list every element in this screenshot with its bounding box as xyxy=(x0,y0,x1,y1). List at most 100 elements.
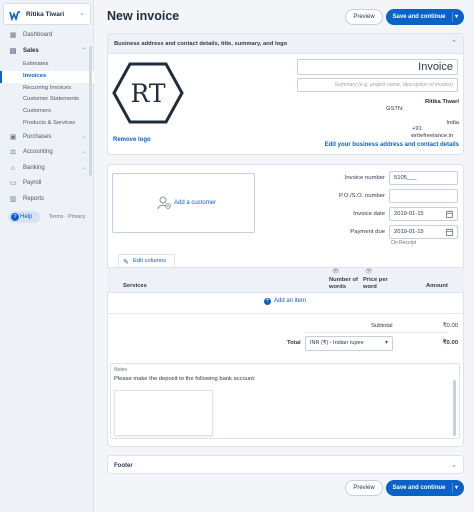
invoice-title-input[interactable]: Invoice xyxy=(297,59,458,75)
divider xyxy=(107,313,464,314)
chevron-down-icon: ⌄ xyxy=(451,462,457,469)
business-logo[interactable]: RT xyxy=(112,62,184,124)
sidebar-item-label: Sales xyxy=(23,47,39,54)
col-amount: Amount xyxy=(426,283,448,289)
sidebar-item-reports[interactable]: ▥ Reports xyxy=(0,192,94,208)
edit-business-details-link[interactable]: Edit your business address and contact d… xyxy=(325,142,459,148)
items-table-header: Services 👁 Number of words 👁 Price per w… xyxy=(107,267,464,293)
sidebar-subitem-recurring-invoices[interactable]: Recurring Invoices xyxy=(0,83,94,95)
chevron-down-icon: ⌄ xyxy=(80,149,86,156)
section-title: Business address and contact details, ti… xyxy=(114,41,288,47)
caret-down-icon[interactable]: ▾ xyxy=(455,9,458,25)
eye-icon[interactable]: 👁 xyxy=(365,268,373,275)
chevron-down-icon: ⌄ xyxy=(80,164,86,171)
calendar-icon[interactable] xyxy=(446,210,453,218)
preview-button[interactable]: Preview xyxy=(345,9,383,25)
preview-button-bottom[interactable]: Preview xyxy=(345,480,383,496)
save-and-continue-button-bottom[interactable]: Save and continue ▾ xyxy=(386,480,464,496)
purchases-icon: ▣ xyxy=(9,133,17,141)
sidebar-nav: ▦ Dashboard ▤ Sales ⌃ Estimates Invoices… xyxy=(0,28,94,207)
sidebar-item-accounting[interactable]: ⚖ Accounting ⌄ xyxy=(0,145,94,161)
business-switcher[interactable]: Ritika Tiwari ⌄ xyxy=(3,3,91,25)
save-button-label: Save and continue xyxy=(392,14,446,20)
invoice-date-label: Invoice date xyxy=(353,211,385,217)
sidebar-item-label: Dashboard xyxy=(23,32,53,38)
add-customer-box[interactable]: Add a customer xyxy=(112,173,255,233)
add-item-button[interactable]: + Add an item xyxy=(264,298,306,305)
currency-value: INR (₹) - Indian rupee xyxy=(310,340,364,346)
logo-text: RT xyxy=(130,79,165,108)
edit-columns-tab[interactable]: ✎ Edit columns xyxy=(118,254,175,268)
invoice-date-input[interactable]: 2019-01-15 xyxy=(389,207,458,221)
accounting-icon: ⚖ xyxy=(9,149,17,157)
payment-due-input[interactable]: 2019-01-15 xyxy=(389,225,458,239)
add-user-icon xyxy=(157,196,171,210)
sidebar-scrollbar[interactable] xyxy=(89,46,92,176)
business-section-header[interactable]: Business address and contact details, ti… xyxy=(108,34,463,54)
notes-inner-area[interactable] xyxy=(114,390,213,436)
po-number-label: P.O./S.O. number xyxy=(338,193,385,199)
subtotal-value: ₹0.00 xyxy=(442,323,458,329)
caret-down-icon[interactable]: ▾ xyxy=(455,480,458,496)
sidebar-subitem-customers[interactable]: Customers xyxy=(0,106,94,118)
col-number-of-words: Number of words xyxy=(329,277,358,290)
po-number-input[interactable] xyxy=(389,189,458,203)
sidebar-subitem-customer-statements[interactable]: Customer Statements xyxy=(0,94,94,106)
notes-box[interactable]: Notes Please make the deposit to the fol… xyxy=(110,363,460,439)
privacy-link[interactable]: Privacy xyxy=(68,214,85,220)
sidebar-item-label: Banking xyxy=(23,164,45,171)
notes-label: Notes xyxy=(114,367,128,373)
payroll-icon: ▭ xyxy=(9,180,17,188)
notes-scrollbar[interactable] xyxy=(453,380,456,436)
invoice-date-value: 2019-01-15 xyxy=(394,211,424,217)
total-label: Total xyxy=(287,340,301,346)
help-label: Help xyxy=(20,214,33,220)
wave-logo-icon xyxy=(9,9,21,21)
on-receipt-hint: On Receipt xyxy=(391,240,417,246)
business-website: writefreelance.in xyxy=(411,133,454,139)
col-price-per-word: Price per word xyxy=(363,277,388,290)
user-name: Ritika Tiwari xyxy=(26,11,65,18)
button-divider xyxy=(452,12,453,22)
eye-icon[interactable]: 👁 xyxy=(332,268,340,275)
subtotal-label: Subtotal xyxy=(371,323,393,329)
invoice-number-input[interactable]: 5105___ xyxy=(389,171,458,185)
col-services: Services xyxy=(123,283,147,289)
gstn-label: GSTN: xyxy=(386,106,404,112)
footer-panel[interactable]: Footer ⌄ xyxy=(107,455,464,474)
caret-down-icon: ▾ xyxy=(384,340,388,346)
summary-input[interactable]: Summary (e.g. project name, description … xyxy=(297,78,458,92)
page-title: New invoice xyxy=(107,9,180,23)
invoice-number-label: Invoice number xyxy=(344,175,385,181)
sidebar-subitem-invoices[interactable]: Invoices xyxy=(0,70,94,83)
add-customer-label: Add a customer xyxy=(174,200,217,206)
remove-logo-link[interactable]: Remove logo xyxy=(113,137,151,143)
help-row: ? Help Terms · Privacy xyxy=(5,211,91,223)
payment-due-label: Payment due xyxy=(350,229,385,235)
button-divider xyxy=(452,483,453,493)
footer-title: Footer xyxy=(114,463,133,469)
sidebar-item-payroll[interactable]: ▭ Payroll xyxy=(0,176,94,192)
sidebar-item-dashboard[interactable]: ▦ Dashboard xyxy=(0,28,94,44)
sidebar-subitem-estimates[interactable]: Estimates xyxy=(0,59,94,71)
business-name: Ritika Tiwari xyxy=(424,99,459,105)
business-phone: +91 xyxy=(412,126,422,132)
save-and-continue-button[interactable]: Save and continue ▾ xyxy=(386,9,464,25)
divider xyxy=(305,332,448,333)
chevron-up-icon: ⌃ xyxy=(451,40,457,47)
sidebar-item-label: Purchases xyxy=(23,133,52,140)
sidebar: Ritika Tiwari ⌄ ▦ Dashboard ▤ Sales ⌃ Es… xyxy=(0,0,94,512)
help-button[interactable]: ? Help xyxy=(8,211,40,223)
calendar-icon[interactable] xyxy=(446,228,453,236)
sidebar-subitem-products-services[interactable]: Products & Services xyxy=(0,118,94,130)
sidebar-item-sales[interactable]: ▤ Sales ⌃ xyxy=(0,44,94,60)
total-value: ₹0.00 xyxy=(442,340,458,346)
legal-links: Terms · Privacy xyxy=(49,214,86,220)
currency-select[interactable]: INR (₹) - Indian rupee ▾ xyxy=(305,336,393,351)
edit-columns-label: Edit columns xyxy=(133,258,167,264)
sidebar-item-banking[interactable]: ⌂ Banking ⌄ xyxy=(0,161,94,177)
terms-link[interactable]: Terms xyxy=(49,214,63,220)
sidebar-item-purchases[interactable]: ▣ Purchases ⌄ xyxy=(0,130,94,146)
sidebar-item-label: Accounting xyxy=(23,149,53,156)
legal-separator: · xyxy=(64,214,67,220)
